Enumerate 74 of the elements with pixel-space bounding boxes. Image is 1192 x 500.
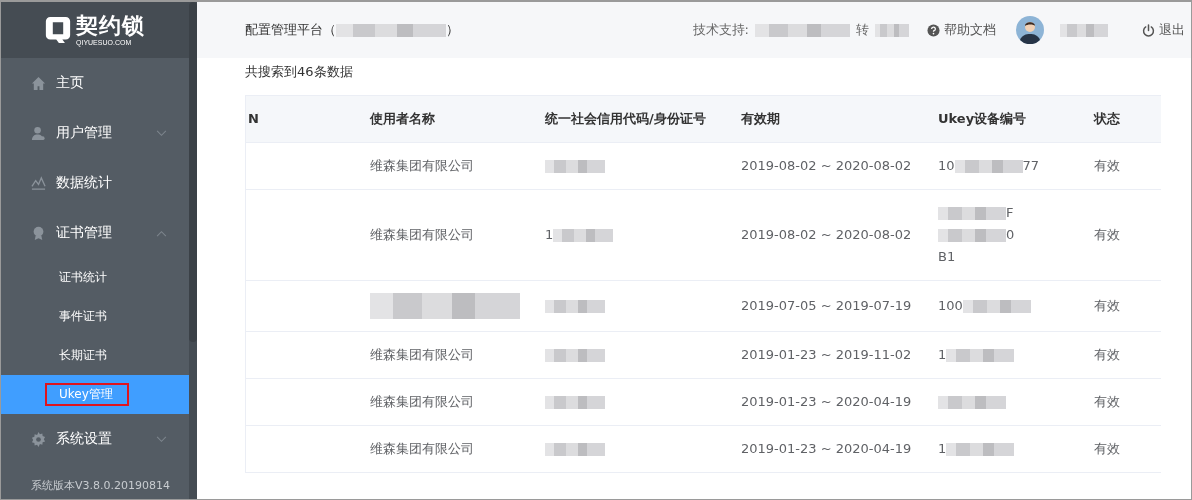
badge-icon [31, 225, 46, 241]
column-header: 有效期 [741, 110, 781, 128]
home-icon [31, 75, 46, 91]
cell-text: 1 [938, 346, 947, 364]
cell-text: 1 [545, 226, 554, 244]
redacted-text [946, 348, 1015, 362]
extension-label: 转 [856, 21, 869, 39]
help-link[interactable]: 帮助文档 [927, 21, 996, 39]
user-icon [31, 125, 46, 141]
redacted-text [938, 395, 1006, 409]
submenu-item[interactable]: 长期证书 [1, 336, 189, 375]
result-count: 共搜索到46条数据 [244, 63, 354, 81]
logo-name: 契约锁 [76, 13, 145, 38]
redacted-text [545, 348, 605, 362]
table-cell-text: B1 [938, 248, 956, 266]
chart-icon [31, 175, 46, 191]
redacted-text [545, 395, 605, 409]
submenu-item[interactable]: 证书统计 [1, 258, 189, 297]
table-cell-text: 有效 [1094, 440, 1120, 458]
avatar[interactable] [1016, 16, 1044, 44]
title-bracket: ） [446, 21, 459, 39]
table-cell-text: 2019-08-02 ~ 2020-08-02 [741, 157, 912, 175]
table-cell-text: 2019-01-23 ~ 2019-11-02 [741, 346, 912, 364]
redacted-text [545, 159, 605, 173]
table-cell-text: 有效 [1094, 346, 1120, 364]
table-cell-text: 2019-07-05 ~ 2019-07-19 [741, 297, 912, 315]
table-cell-text: 有效 [1094, 393, 1120, 411]
table-cell-text: 维森集团有限公司 [370, 226, 474, 244]
redacted-text [875, 23, 909, 37]
table-cell-text: 维森集团有限公司 [370, 157, 474, 175]
redacted-text [545, 442, 605, 456]
gear-icon [31, 431, 46, 447]
version-text: 系统版本V3.8.0.20190814 [30, 478, 171, 494]
redacted-text [938, 206, 1006, 220]
menu-item[interactable]: 系统设置 [1, 414, 189, 464]
redacted-text [1060, 23, 1108, 37]
redacted-text [946, 442, 1015, 456]
cell-text: F [1006, 204, 1014, 222]
help-icon [927, 23, 940, 37]
scrollbar-thumb[interactable] [189, 2, 197, 342]
column-header: N [247, 110, 260, 128]
menu-item[interactable]: 主页 [1, 58, 189, 108]
redacted-text [962, 299, 1031, 313]
redacted-text [545, 299, 605, 313]
table-cell-text: 有效 [1094, 226, 1120, 244]
table-cell-text: 维森集团有限公司 [370, 440, 474, 458]
cell-text: 10 [938, 157, 955, 175]
menu-item[interactable]: 证书管理 [1, 208, 189, 258]
logout-link[interactable]: 退出 [1142, 21, 1185, 39]
table-cell-text: 维森集团有限公司 [370, 346, 474, 364]
platform-title: 配置管理平台（ [245, 21, 336, 39]
cell-text: 100 [938, 297, 963, 315]
column-header: Ukey设备编号 [938, 110, 1028, 128]
table-cell-text: 2019-08-02 ~ 2020-08-02 [741, 226, 912, 244]
table-cell-text: 维森集团有限公司 [370, 393, 474, 411]
redacted-text [954, 159, 1023, 173]
support-label: 技术支持: [692, 21, 749, 39]
cell-text: 77 [1022, 157, 1040, 175]
table-cell-text: 2019-01-23 ~ 2020-04-19 [741, 440, 912, 458]
cell-text: 1 [938, 440, 947, 458]
column-header: 状态 [1094, 110, 1121, 128]
menu-item[interactable]: 用户管理 [1, 108, 189, 158]
table-cell-text: 有效 [1094, 157, 1120, 175]
power-icon [1142, 23, 1155, 37]
table-cell-text: 2019-01-23 ~ 2020-04-19 [741, 393, 912, 411]
redacted-text [553, 228, 614, 242]
logo-mark-icon [45, 16, 71, 44]
table-cell-text: 有效 [1094, 297, 1120, 315]
column-header: 统一社会信用代码/身份证号 [545, 110, 707, 128]
redacted-text [938, 228, 1006, 242]
column-header: 使用者名称 [370, 110, 436, 128]
cell-text: 0 [1006, 226, 1015, 244]
menu-item[interactable]: 数据统计 [1, 158, 189, 208]
submenu-item[interactable]: 事件证书 [1, 297, 189, 336]
